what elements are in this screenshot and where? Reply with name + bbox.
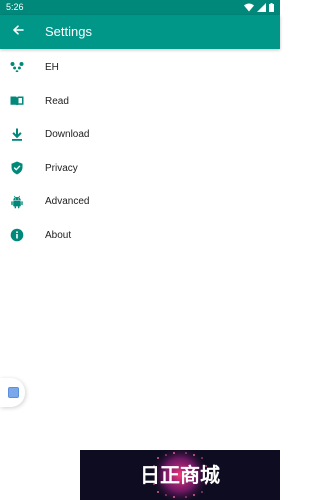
wifi-icon (244, 3, 254, 12)
arrow-back-icon (12, 23, 24, 41)
settings-list: EH Read Download Privacy Advanced About (0, 51, 280, 252)
shield-icon (10, 161, 24, 175)
settings-item-eh[interactable]: EH (0, 51, 280, 85)
android-icon (10, 195, 24, 209)
settings-item-label: Read (45, 95, 69, 107)
watermark-text: 日正商城 (140, 463, 220, 487)
settings-item-read[interactable]: Read (0, 85, 280, 119)
app-bar: Settings (0, 15, 280, 49)
download-icon (10, 128, 24, 142)
status-bar: 5:26 (0, 0, 280, 15)
battery-icon (269, 3, 274, 12)
page-title: Settings (45, 24, 92, 39)
status-time: 5:26 (6, 2, 24, 12)
settings-item-label: Download (45, 129, 90, 141)
back-button[interactable] (8, 22, 28, 42)
settings-item-label: About (45, 229, 72, 241)
panda-icon (10, 61, 24, 75)
settings-item-advanced[interactable]: Advanced (0, 185, 280, 219)
settings-item-privacy[interactable]: Privacy (0, 152, 280, 186)
app-shortcut-icon (8, 387, 19, 398)
book-icon (10, 94, 24, 108)
status-icons (244, 2, 274, 13)
settings-item-label: EH (45, 62, 59, 74)
settings-item-label: Privacy (45, 162, 78, 174)
info-icon (10, 228, 24, 242)
watermark-logo: 日正商城 (80, 450, 280, 500)
settings-item-about[interactable]: About (0, 219, 280, 253)
settings-item-label: Advanced (45, 196, 90, 208)
settings-item-download[interactable]: Download (0, 118, 280, 152)
floating-shortcut-tab[interactable] (0, 378, 25, 407)
signal-icon (257, 3, 266, 12)
